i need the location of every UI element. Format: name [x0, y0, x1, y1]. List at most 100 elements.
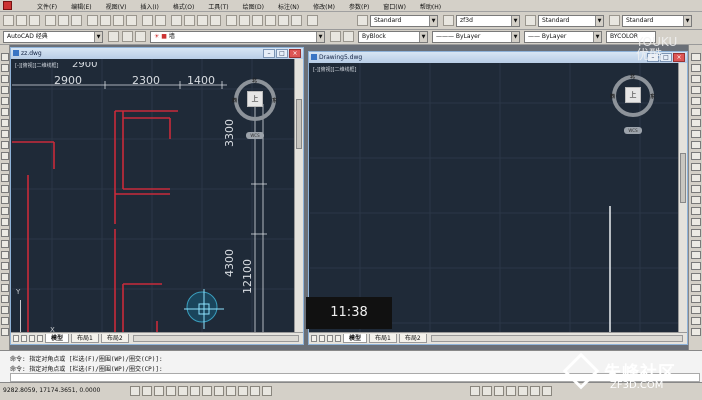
layer-properties-icon[interactable]: [122, 31, 133, 42]
multileader-style-icon[interactable]: [609, 15, 620, 26]
draw-tool-icon[interactable]: [1, 64, 9, 72]
menu-item[interactable]: 插入(I): [133, 2, 165, 11]
text-style-icon[interactable]: [357, 15, 368, 26]
drawing-canvas[interactable]: [-][俯视][二维线框] 2900 2900 2300 1400 3300 4…: [12, 59, 294, 332]
modify-tool-icon[interactable]: [691, 108, 701, 116]
tab-model[interactable]: 模型: [343, 334, 368, 343]
cut-icon[interactable]: [87, 15, 98, 26]
status-toggle-icon[interactable]: [262, 386, 272, 396]
tab-last-icon[interactable]: [37, 335, 43, 342]
menu-item[interactable]: 窗口(W): [376, 2, 413, 11]
copy-icon[interactable]: [100, 15, 111, 26]
sheet-set-icon[interactable]: [265, 15, 276, 26]
tab-first-icon[interactable]: [311, 335, 317, 342]
tab-layout1[interactable]: 布局1: [71, 334, 99, 343]
tab-last-icon[interactable]: [335, 335, 341, 342]
draw-tool-icon[interactable]: [1, 185, 9, 193]
status-tray-icon[interactable]: [470, 386, 480, 396]
tab-layout2[interactable]: 布局2: [100, 334, 129, 343]
maximize-icon[interactable]: □: [276, 49, 288, 58]
paste-icon[interactable]: [113, 15, 124, 26]
text-style-select[interactable]: Standard ▼: [370, 15, 438, 27]
menu-item[interactable]: 工具(T): [201, 2, 235, 11]
compass-west[interactable]: 西: [232, 97, 237, 104]
status-tray-icon[interactable]: [542, 386, 552, 396]
color-select[interactable]: ByBlock ▼: [358, 31, 428, 43]
coordinate-readout[interactable]: 9282.8059, 17174.3651, 0.0000: [3, 387, 100, 394]
zoom-realtime-icon[interactable]: [184, 15, 195, 26]
draw-tool-icon[interactable]: [1, 229, 9, 237]
modify-tool-icon[interactable]: [691, 306, 701, 314]
new-file-icon[interactable]: [3, 15, 14, 26]
menu-item[interactable]: 编辑(E): [64, 2, 98, 11]
tab-prev-icon[interactable]: [319, 335, 325, 342]
dim-style-select[interactable]: zf3d ▼: [456, 15, 520, 27]
modify-tool-icon[interactable]: [691, 273, 701, 281]
modify-tool-icon[interactable]: [691, 262, 701, 270]
modify-tool-icon[interactable]: [691, 185, 701, 193]
make-layer-current-icon[interactable]: [330, 31, 341, 42]
status-toggle-icon[interactable]: [202, 386, 212, 396]
draw-tool-icon[interactable]: [1, 273, 9, 281]
horizontal-scrollbar[interactable]: [132, 335, 299, 342]
viewport-label[interactable]: [-][俯视][二维线框]: [313, 66, 357, 73]
drawing-title-bar[interactable]: zz.dwg – □ ×: [11, 48, 303, 59]
menu-item[interactable]: 修改(M): [306, 2, 342, 11]
vertical-scrollbar[interactable]: [678, 63, 687, 332]
tab-layout1[interactable]: 布局1: [369, 334, 397, 343]
modify-tool-icon[interactable]: [691, 141, 701, 149]
draw-tool-icon[interactable]: [1, 141, 9, 149]
compass-east[interactable]: 东: [650, 93, 655, 100]
publish-icon[interactable]: [71, 15, 82, 26]
multileader-style-select[interactable]: Standard ▼: [622, 15, 692, 27]
draw-tool-icon[interactable]: [1, 284, 9, 292]
draw-tool-icon[interactable]: [1, 119, 9, 127]
tab-layout2[interactable]: 布局2: [398, 334, 427, 343]
viewport-label[interactable]: [-][俯视][二维线框]: [15, 62, 59, 69]
draw-tool-icon[interactable]: [1, 86, 9, 94]
modify-tool-icon[interactable]: [691, 86, 701, 94]
layer-state-icon[interactable]: [135, 31, 146, 42]
modify-tool-icon[interactable]: [691, 53, 701, 61]
draw-tool-icon[interactable]: [1, 108, 9, 116]
modify-tool-icon[interactable]: [691, 218, 701, 226]
wcs-menu[interactable]: WCS: [624, 127, 642, 134]
draw-tool-icon[interactable]: [1, 240, 9, 248]
tab-prev-icon[interactable]: [21, 335, 27, 342]
modify-tool-icon[interactable]: [691, 174, 701, 182]
status-tray-icon[interactable]: [518, 386, 528, 396]
draw-tool-icon[interactable]: [1, 262, 9, 270]
save-icon[interactable]: [29, 15, 40, 26]
modify-tool-icon[interactable]: [691, 152, 701, 160]
viewcube[interactable]: 北 西 东 上: [230, 75, 280, 125]
open-file-icon[interactable]: [16, 15, 27, 26]
menu-item[interactable]: 绘图(D): [236, 2, 271, 11]
undo-icon[interactable]: [142, 15, 153, 26]
zoom-window-icon[interactable]: [197, 15, 208, 26]
tab-model[interactable]: 模型: [45, 334, 70, 343]
pan-icon[interactable]: [171, 15, 182, 26]
menu-item[interactable]: 视图(V): [99, 2, 134, 11]
modify-tool-icon[interactable]: [691, 97, 701, 105]
close-icon[interactable]: ×: [289, 49, 301, 58]
modify-tool-icon[interactable]: [691, 163, 701, 171]
tab-next-icon[interactable]: [29, 335, 35, 342]
draw-tool-icon[interactable]: [1, 328, 9, 336]
layer-select[interactable]: ☀ ■ 墙 ▼: [150, 31, 325, 43]
draw-tool-icon[interactable]: [1, 317, 9, 325]
print-icon[interactable]: [45, 15, 56, 26]
calculator-icon[interactable]: [291, 15, 302, 26]
status-toggle-icon[interactable]: [130, 386, 140, 396]
draw-tool-icon[interactable]: [1, 295, 9, 303]
menu-item[interactable]: 格式(O): [166, 2, 201, 11]
modify-tool-icon[interactable]: [691, 240, 701, 248]
status-tray-icon[interactable]: [530, 386, 540, 396]
status-tray-icon[interactable]: [494, 386, 504, 396]
drawing-title-bar[interactable]: Drawing5.dwg – □ ×: [309, 52, 687, 63]
status-tray-icon[interactable]: [506, 386, 516, 396]
draw-tool-icon[interactable]: [1, 152, 9, 160]
status-toggle-icon[interactable]: [178, 386, 188, 396]
modify-tool-icon[interactable]: [691, 75, 701, 83]
compass-east[interactable]: 东: [272, 97, 277, 104]
draw-tool-icon[interactable]: [1, 218, 9, 226]
